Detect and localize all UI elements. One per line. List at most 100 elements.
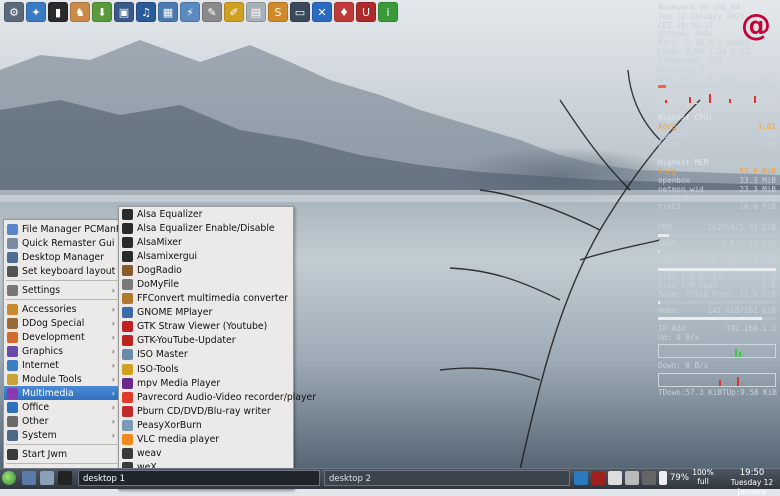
menu-item-module-tools[interactable]: Module Tools › <box>4 372 119 386</box>
install-icon[interactable]: ⬇ <box>92 2 112 22</box>
menu-item-desktop-manager[interactable]: Desktop Manager <box>4 250 119 264</box>
menu-item-set-keyboard-layout[interactable]: Set keyboard layout <box>4 264 119 278</box>
alsa-icon <box>122 208 133 220</box>
menu-item-office[interactable]: Office › <box>4 400 119 414</box>
update-icon[interactable] <box>642 471 656 485</box>
headphones-icon[interactable]: ♫ <box>136 2 156 22</box>
total-down: TDown:57.3 KiB <box>658 388 723 398</box>
dog-tool-icon[interactable]: ♞ <box>70 2 90 22</box>
ip-value: 192.168.1.3 <box>725 323 776 333</box>
menu-item-accessories[interactable]: Accessories › <box>4 302 119 316</box>
home-value: 141 GiB/161 GiB <box>707 305 776 315</box>
menu-item-domyfile[interactable]: DoMyFile <box>119 277 293 291</box>
mpv-icon <box>122 377 133 389</box>
menu-item-iso-tools[interactable]: ISO-Tools <box>119 362 293 376</box>
top-mem-name: tint2 <box>658 202 681 212</box>
menu-item-quick-remaster-gui[interactable]: Quick Remaster Gui <box>4 236 119 250</box>
swap-label: SWAP <box>658 238 677 248</box>
menu-item-alsa-equalizer-enable-disable[interactable]: Alsa Equalizer Enable/Disable <box>119 221 293 235</box>
taskbar-clock[interactable]: 19:50 Tuesday 12 January <box>724 468 780 496</box>
menu-item-development[interactable]: Development › <box>4 330 119 344</box>
calculator-icon[interactable]: ▦ <box>158 2 178 22</box>
menu-item-label: Office <box>22 401 50 413</box>
package-icon[interactable]: ♦ <box>334 2 354 22</box>
home-bar <box>658 316 776 320</box>
menu-item-start-jwm[interactable]: Start Jwm <box>4 447 119 461</box>
chevron-right-icon: › <box>111 360 115 370</box>
menu-item-pavrecord-audio-video-recorder-player[interactable]: Pavrecord Audio-Video recorder/player <box>119 390 316 404</box>
alsa-icon <box>122 222 133 234</box>
menu-item-internet[interactable]: Internet › <box>4 358 119 372</box>
save-label: Save: 12kiB <box>658 290 709 300</box>
desktop-1-button[interactable]: desktop 1 <box>78 470 320 486</box>
menu-item-label: FFConvert multimedia converter <box>137 293 289 305</box>
youtube-icon <box>122 321 133 333</box>
menu-item-peasyxorburn[interactable]: PeasyXorBurn <box>119 418 293 432</box>
net-up-graph <box>658 344 776 359</box>
menu-item-label: Multimedia <box>22 387 74 399</box>
menu-item-alsamixergui[interactable]: Alsamixergui <box>119 249 293 263</box>
menu-item-label: Internet <box>22 359 59 371</box>
editor-icon[interactable]: ✎ <box>202 2 222 22</box>
info-icon[interactable]: i <box>378 2 398 22</box>
menu-item-alsamixer[interactable]: AlsaMixer <box>119 235 293 249</box>
volume-indicator[interactable]: 100% full <box>688 468 718 486</box>
menu-item-pburn-cd-dvd-blu-ray-writer[interactable]: Pburn CD/DVD/Blu-ray writer <box>119 404 293 418</box>
menu-item-vlc-media-player[interactable]: VLC media player <box>119 433 293 447</box>
show-desktop-icon[interactable] <box>22 471 36 485</box>
jwm-icon <box>7 448 18 460</box>
terminal-icon[interactable]: ▮ <box>48 2 68 22</box>
menu-item-other[interactable]: Other › <box>4 414 119 428</box>
battery-icon[interactable] <box>659 471 667 485</box>
sfs-icon[interactable]: S <box>268 2 288 22</box>
menu-item-ffconvert-multimedia-converter[interactable]: FFConvert multimedia converter <box>119 292 293 306</box>
control-panel-icon[interactable]: ✦ <box>26 2 46 22</box>
network-icon[interactable]: ⚡ <box>180 2 200 22</box>
network-tray-icon[interactable] <box>625 471 639 485</box>
menu-item-weav[interactable]: weav <box>119 447 293 461</box>
menu-item-label: Settings <box>22 284 61 296</box>
menu-item-mpv-media-player[interactable]: mpv Media Player <box>119 376 293 390</box>
menu-item-label: Graphics <box>22 345 64 357</box>
top-launcher: ⚙ ✦ ▮ ♞ ⬇ ▣ ♫ ▦ ⚡ ✎ ✐ ▤ S ▭ ✕ ♦ U i <box>4 2 398 24</box>
magnet-icon[interactable]: U <box>356 2 376 22</box>
menu-item-alsa-equalizer[interactable]: Alsa Equalizer <box>119 207 293 221</box>
chevron-right-icon: › <box>111 402 115 412</box>
clock-date: Tuesday 12 January <box>730 478 774 496</box>
top-mem-val: 20.0 MiB <box>739 202 776 212</box>
terminal-quick-icon[interactable] <box>58 471 72 485</box>
menu-item-system[interactable]: System › <box>4 428 119 442</box>
menu-item-ddog-special[interactable]: DDog Special › <box>4 316 119 330</box>
menu-item-graphics[interactable]: Graphics › <box>4 344 119 358</box>
menu-item-iso-master[interactable]: ISO Master <box>119 348 293 362</box>
screenshot-icon[interactable]: ▣ <box>114 2 134 22</box>
menu-item-file-manager-pcmanfm[interactable]: File Manager PCManFM <box>4 222 129 236</box>
conky-monitor: Bookworm on x86_64 Tue 12 January 2021 C… <box>658 0 777 397</box>
pencils-icon[interactable]: ✐ <box>224 2 244 22</box>
monitor-icon[interactable]: ▭ <box>290 2 310 22</box>
radio-icon <box>122 264 133 276</box>
office-icon <box>7 401 18 413</box>
desktop-2-button[interactable]: desktop 2 <box>324 470 570 486</box>
clipboard-icon[interactable] <box>608 471 622 485</box>
menu-item-dogradio[interactable]: DogRadio <box>119 263 293 277</box>
file-manager-quick-icon[interactable] <box>40 471 54 485</box>
menu-item-label: AlsaMixer <box>137 236 182 248</box>
bluetooth-icon[interactable] <box>574 471 588 485</box>
menu-item-gtk-straw-viewer-youtube-[interactable]: GTK Straw Viewer (Youtube) <box>119 320 293 334</box>
graphics-icon <box>7 345 18 357</box>
menu-item-label: GNOME MPlayer <box>137 307 213 319</box>
mem-bar <box>658 233 776 237</box>
menu-item-gtk-youtube-updater[interactable]: GTK-YouTube-Updater <box>119 334 293 348</box>
chevron-right-icon: › <box>111 304 115 314</box>
document-icon[interactable]: ▤ <box>246 2 266 22</box>
menu-item-gnome-mplayer[interactable]: GNOME MPlayer <box>119 306 293 320</box>
settings-tool-icon[interactable]: ⚙ <box>4 2 24 22</box>
iso-icon <box>122 349 133 361</box>
globe-icon[interactable]: ✕ <box>312 2 332 22</box>
menu-item-multimedia[interactable]: Multimedia › <box>4 386 119 400</box>
shield-icon[interactable] <box>591 471 605 485</box>
menu-item-label: DogRadio <box>137 264 182 276</box>
menu-item-settings[interactable]: Settings › <box>4 283 119 297</box>
start-menu-button[interactable] <box>2 471 16 485</box>
